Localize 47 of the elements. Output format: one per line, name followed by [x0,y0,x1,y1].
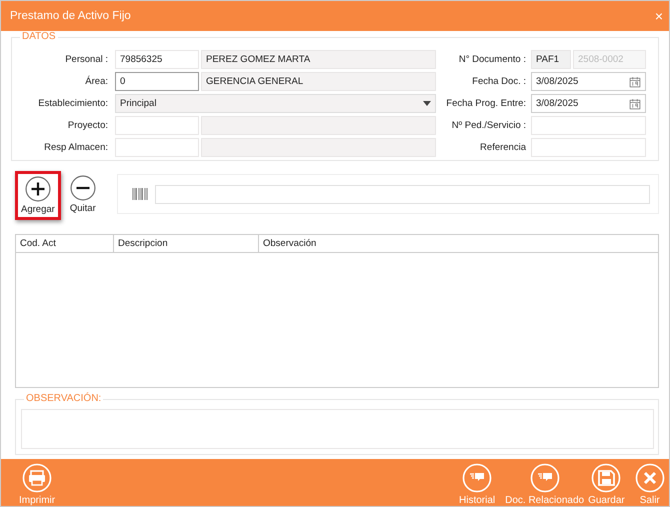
input-field: GERENCIA GENERAL [201,72,436,91]
remove-button[interactable]: Quitar [64,171,101,218]
calendar-icon [629,76,641,88]
input-field: 2508-0002 [573,50,646,69]
field-label: Nº Ped./Servicio : [450,120,526,131]
caret-icon [423,101,431,106]
plus-icon [24,176,51,202]
field-label: Fecha Prog. Entre: [445,98,526,109]
date-field[interactable]: 3/08/2025 [531,94,646,113]
column-header[interactable]: Descripcion [114,235,259,252]
field-label: Proyecto: [66,120,108,131]
field-label: Resp Almacen: [43,142,108,153]
save-icon [591,463,622,493]
column-header[interactable]: Cod. Act [16,235,114,252]
section-title: OBSERVACIÓN: [24,393,104,404]
field-label: Referencia [479,142,526,153]
column-header[interactable]: Observación [259,235,658,252]
date-field[interactable]: 3/08/2025 [531,72,646,91]
chat-icon [462,463,492,493]
field-label: N° Documento : [458,54,526,65]
input-field[interactable]: 79856325 [115,50,199,69]
window-title: Prestamo de Activo Fijo [10,10,131,22]
dropdown-value: Principal [120,98,156,109]
input-field[interactable] [115,138,199,157]
minus-icon [70,175,96,201]
date-value: 3/08/2025 [536,76,578,87]
printer-icon [22,463,52,493]
section-title: DATOS [20,31,58,42]
calendar-icon [629,98,641,110]
input-field: PAF1 [531,50,571,69]
date-value: 3/08/2025 [536,98,578,109]
field-label: Fecha Doc. : [471,76,526,87]
input-field: PEREZ GOMEZ MARTA [201,50,436,69]
add-button[interactable]: Agregar [15,171,61,220]
observation-field[interactable] [21,409,654,449]
input-field[interactable] [531,116,646,135]
barcode-icon [132,188,148,200]
field-label: Área: [84,76,108,87]
close-icon [634,463,665,493]
input-field[interactable] [115,116,199,135]
input-field[interactable] [531,138,646,157]
barcode-input[interactable] [154,184,650,204]
field-label: Personal : [64,54,108,65]
input-field[interactable]: 0 [115,72,199,91]
dropdown[interactable]: Principal [115,94,436,113]
field-label: Establecimiento: [37,98,108,109]
chat-icon [530,463,560,493]
